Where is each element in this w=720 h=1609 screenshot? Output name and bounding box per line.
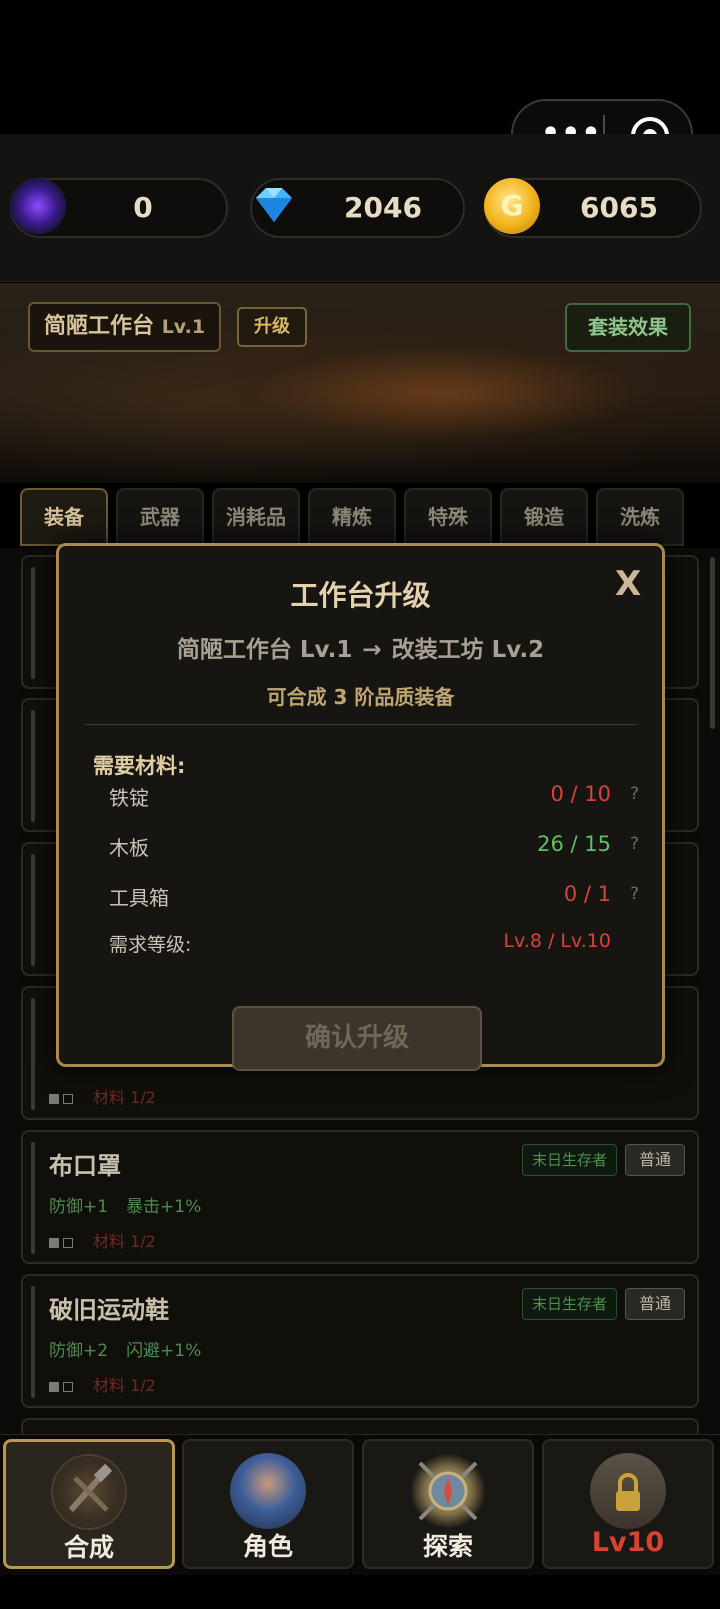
modal-divider (85, 724, 637, 725)
level-label: 需求等级: (109, 934, 192, 956)
item-bar (31, 998, 35, 1110)
nav-shop-locked[interactable]: Lv10 (542, 1439, 714, 1569)
item-bar (31, 1142, 35, 1254)
help-icon[interactable]: ? (630, 884, 639, 904)
material-qty: 0 / 10 (550, 782, 611, 806)
resource-gem[interactable]: 0 (10, 178, 228, 238)
item-bar (31, 567, 35, 679)
upgrade-path: 简陋工作台 Lv.1 → 改装工坊 Lv.2 (59, 630, 662, 664)
modal-title: 工作台升级 (290, 579, 431, 612)
nav-character[interactable]: 角色 (182, 1439, 354, 1569)
category-tabs: 装备 武器 消耗品 精炼 特殊 锻造 洗炼 (20, 488, 700, 548)
material-name: 木板 (109, 836, 149, 860)
gold-coin-icon: G (484, 178, 540, 234)
material-qty: 0 / 1 (563, 882, 611, 906)
purple-gem-icon (10, 178, 66, 234)
help-icon[interactable]: ? (630, 784, 639, 804)
material-text: 材料 1/2 (93, 1232, 156, 1251)
material-text: 材料 1/2 (93, 1088, 156, 1107)
resource-gold[interactable]: G 6065 (484, 178, 702, 238)
home-indicator-area (0, 1575, 720, 1609)
compass-swords-icon (410, 1453, 486, 1529)
rarity-badge: 普通 (625, 1144, 685, 1176)
stat-dodge: 闪避+1% (126, 1341, 202, 1361)
to-workshop: 改装工坊 Lv.2 (391, 637, 545, 663)
tab-reroll[interactable]: 洗炼 (596, 488, 684, 546)
tab-forge[interactable]: 锻造 (500, 488, 588, 546)
nav-label: 探索 (422, 1532, 473, 1561)
stat-defense: 防御+1 (49, 1197, 109, 1217)
list-item[interactable]: 布口罩 防御+1 暴击+1% 材料 1/2 末日生存者 普通 (21, 1130, 699, 1264)
help-icon[interactable]: ? (630, 834, 639, 854)
tab-refine[interactable]: 精炼 (308, 488, 396, 546)
nav-explore[interactable]: 探索 (362, 1439, 534, 1569)
nav-label: 合成 (63, 1533, 114, 1562)
gold-coin-glyph: G (500, 189, 524, 222)
rarity-badge: 普通 (625, 1288, 685, 1320)
item-title: 布口罩 (49, 1152, 121, 1180)
nav-craft[interactable]: 合成 (3, 1439, 175, 1569)
list-item[interactable]: 破旧运动鞋 防御+2 闪避+1% 材料 1/2 末日生存者 普通 (21, 1274, 699, 1408)
workshop-level: Lv.1 (161, 316, 206, 338)
item-bar (31, 854, 35, 966)
tab-weapons[interactable]: 武器 (116, 488, 204, 546)
gold-count: 6065 (580, 191, 658, 224)
material-row-toolbox: 工具箱 0 / 1 ? (109, 882, 639, 912)
confirm-upgrade-button[interactable]: 确认升级 (232, 1006, 482, 1071)
set-tag: 末日生存者 (521, 1144, 617, 1176)
material-progress: 材料 1/2 (49, 1228, 156, 1252)
item-bar (31, 1286, 35, 1398)
item-stats: 防御+2 闪避+1% (49, 1336, 219, 1361)
resource-diamond[interactable]: 2046 (250, 178, 465, 238)
set-tag: 末日生存者 (521, 1288, 617, 1320)
tab-consumables[interactable]: 消耗品 (212, 488, 300, 546)
from-workshop: 简陋工作台 Lv.1 (176, 637, 353, 663)
tab-equipment[interactable]: 装备 (20, 488, 108, 546)
upgrade-button[interactable]: 升级 (237, 307, 307, 347)
character-portrait-icon (230, 1453, 306, 1529)
upgrade-modal: X 工作台升级 简陋工作台 Lv.1 → 改装工坊 Lv.2 可合成 3 阶品质装备… (56, 543, 665, 1071)
material-qty: 26 / 15 (537, 832, 611, 856)
diamond-count: 2046 (344, 191, 422, 224)
arrow-right-icon: → (362, 637, 382, 663)
nav-label: 角色 (242, 1532, 293, 1561)
material-progress: 材料 1/2 (49, 1372, 156, 1396)
workshop-name: 简陋工作台 (44, 314, 155, 339)
gem-count: 0 (133, 191, 153, 224)
diamond-icon (248, 178, 304, 234)
item-title: 破旧运动鞋 (49, 1296, 169, 1324)
material-name: 铁锭 (109, 786, 149, 810)
material-progress: 材料 1/2 (49, 1084, 156, 1108)
stat-defense: 防御+2 (49, 1341, 109, 1361)
material-row-plank: 木板 26 / 15 ? (109, 832, 639, 862)
materials-heading: 需要材料: (93, 754, 186, 778)
set-effect-button[interactable]: 套装效果 (565, 303, 691, 352)
list-scrollbar[interactable] (710, 557, 715, 729)
level-value: Lv.8 / Lv.10 (503, 930, 611, 952)
tab-special[interactable]: 特殊 (404, 488, 492, 546)
workshop-name-badge: 简陋工作台 Lv.1 (28, 302, 222, 352)
item-bar (31, 710, 35, 822)
item-stats: 防御+1 暴击+1% (49, 1192, 219, 1217)
material-row-iron: 铁锭 0 / 10 ? (109, 782, 639, 812)
craft-tools-icon (51, 1454, 127, 1530)
locked-shop-icon (590, 1453, 666, 1529)
material-name: 工具箱 (109, 886, 169, 910)
nav-label: Lv10 (591, 1527, 665, 1558)
stat-crit: 暴击+1% (126, 1197, 202, 1217)
material-text: 材料 1/2 (93, 1376, 156, 1395)
upgrade-description: 可合成 3 阶品质装备 (266, 685, 455, 709)
